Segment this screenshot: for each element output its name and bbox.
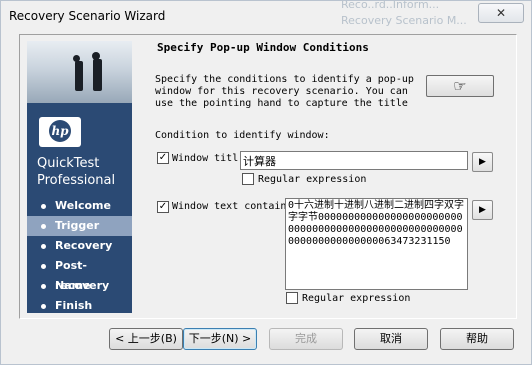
arrow-right-icon: ▶: [479, 205, 486, 215]
help-button[interactable]: 帮助: [440, 328, 514, 350]
window-title-arrow-button[interactable]: ▶: [472, 152, 493, 172]
bullet-icon: [41, 264, 46, 269]
person-head: [73, 55, 80, 62]
wizard-content-panel: hp QuickTest Professional Welcome Trigge…: [19, 34, 517, 319]
hp-logo: hp: [39, 117, 81, 147]
close-icon: ✕: [495, 6, 507, 20]
bullet-icon: [41, 284, 46, 289]
window-text-regex-checkbox[interactable]: [286, 292, 298, 304]
cancel-button[interactable]: 取消: [354, 328, 428, 350]
person-figure: [93, 59, 102, 91]
hp-logo-mark: hp: [49, 120, 71, 142]
title-bar[interactable]: Recovery Scenario Wizard ✕: [1, 1, 531, 31]
bullet-icon: [41, 244, 46, 249]
window-text-label: Window text contain: [172, 201, 285, 212]
step-welcome: Welcome: [27, 196, 132, 216]
wizard-window: Reco..rd..Inform... Recovery Scenario M.…: [0, 0, 532, 365]
window-title-regex-checkbox[interactable]: [242, 173, 254, 185]
step-post-recovery: Post-recovery: [27, 256, 132, 292]
pointing-hand-button[interactable]: ☞: [426, 75, 494, 97]
step-finish: Finish: [27, 296, 132, 313]
banner-photo: [27, 41, 132, 103]
bullet-icon: [41, 204, 46, 209]
window-text-arrow-button[interactable]: ▶: [472, 200, 493, 220]
window-title-checkbox[interactable]: ✓: [157, 152, 169, 164]
step-name: Name: [27, 276, 132, 296]
window-title-label: Window titl: [172, 153, 239, 164]
close-button[interactable]: ✕: [478, 3, 524, 23]
next-button[interactable]: 下一步(N) >: [183, 328, 257, 350]
window-text-checkbox[interactable]: ✓: [157, 201, 169, 213]
product-name: QuickTest Professional: [37, 156, 116, 188]
window-title: Recovery Scenario Wizard: [9, 9, 166, 23]
step-recovery: Recovery: [27, 236, 132, 256]
arrow-right-icon: ▶: [479, 157, 486, 167]
window-text-regex-label: Regular expression: [302, 293, 411, 304]
finish-button[interactable]: 完成: [269, 328, 343, 350]
window-title-regex-label: Regular expression: [258, 174, 367, 185]
person-figure: [75, 61, 83, 91]
window-title-input[interactable]: 计算器: [240, 151, 468, 170]
step-trigger: Trigger: [27, 216, 132, 236]
window-text-input[interactable]: 0十六进制十进制八进制二进制四字双字字字节0000000000000000000…: [285, 198, 468, 290]
wizard-steps: Welcome Trigger Recovery Post-recovery N…: [27, 196, 132, 313]
back-button[interactable]: < 上一步(B): [109, 328, 183, 350]
bullet-icon: [41, 304, 46, 309]
condition-label: Condition to identify window:: [155, 130, 330, 141]
page-description: Specify the conditions to identify a pop…: [155, 74, 414, 109]
wizard-sidebar: hp QuickTest Professional Welcome Trigge…: [27, 41, 132, 313]
person-head: [92, 52, 100, 60]
pointing-hand-icon: ☞: [453, 77, 467, 95]
page-heading: Specify Pop-up Window Conditions: [157, 41, 369, 54]
bullet-icon: [41, 224, 46, 229]
